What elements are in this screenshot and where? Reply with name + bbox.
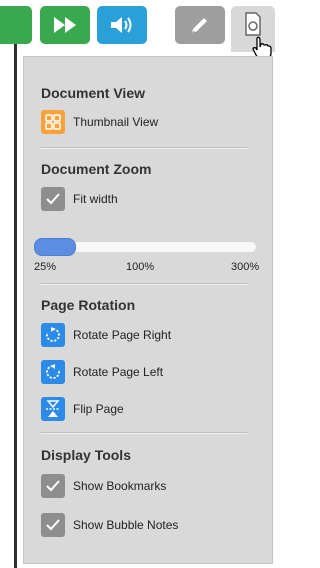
- flip-page-label: Flip Page: [73, 402, 124, 416]
- zoom-min-label: 25%: [34, 261, 57, 273]
- rotate-right-label: Rotate Page Right: [73, 328, 172, 342]
- rotate-left-label: Rotate Page Left: [73, 365, 164, 379]
- show-bookmarks-label: Show Bookmarks: [73, 479, 167, 493]
- check-icon: [46, 480, 60, 492]
- toolbar: [0, 0, 278, 59]
- divider: [41, 283, 247, 285]
- annotate-button[interactable]: [175, 6, 225, 44]
- show-bubble-notes-label: Show Bubble Notes: [73, 518, 179, 532]
- show-bubble-notes-checkbox[interactable]: [41, 513, 65, 537]
- rotate-left-option[interactable]: Rotate Page Left: [41, 358, 163, 386]
- zoom-mid-label: 100%: [126, 261, 155, 273]
- show-bubble-notes-option[interactable]: Show Bubble Notes: [41, 511, 178, 539]
- document-settings-panel: Document View Thumbnail View Document Zo…: [23, 56, 273, 564]
- fast-forward-icon: [54, 17, 76, 33]
- fit-width-label: Fit width: [73, 192, 118, 206]
- pen-icon: [192, 18, 207, 33]
- page-rotation-title: Page Rotation: [41, 297, 136, 313]
- display-tools-title: Display Tools: [41, 447, 131, 463]
- divider: [41, 432, 247, 434]
- thumbnail-grid-icon: [41, 110, 65, 134]
- sound-button[interactable]: [97, 6, 147, 44]
- document-settings-button[interactable]: [231, 6, 275, 59]
- rotate-right-icon: [41, 323, 65, 347]
- divider: [41, 147, 247, 149]
- document-view-title: Document View: [41, 85, 145, 101]
- rotate-left-icon: [41, 360, 65, 384]
- rotate-right-option[interactable]: Rotate Page Right: [41, 321, 171, 349]
- show-bookmarks-option[interactable]: Show Bookmarks: [41, 472, 166, 500]
- show-bookmarks-checkbox[interactable]: [41, 474, 65, 498]
- previous-toolbar-button[interactable]: [0, 6, 32, 44]
- zoom-max-label: 300%: [231, 261, 260, 273]
- page-edge: [14, 44, 17, 568]
- thumbnail-view-option[interactable]: Thumbnail View: [41, 108, 158, 136]
- fast-forward-button[interactable]: [40, 6, 90, 44]
- check-icon: [46, 519, 60, 531]
- flip-icon: [41, 397, 65, 421]
- document-settings-icon: [245, 12, 261, 36]
- thumbnail-view-label: Thumbnail View: [73, 115, 159, 129]
- zoom-slider[interactable]: [34, 238, 256, 256]
- fit-width-checkbox[interactable]: [41, 187, 65, 211]
- flip-page-option[interactable]: Flip Page: [41, 395, 124, 423]
- fit-width-option[interactable]: Fit width: [41, 185, 118, 213]
- sound-icon: [111, 17, 132, 33]
- check-icon: [46, 193, 60, 205]
- document-zoom-title: Document Zoom: [41, 161, 152, 177]
- zoom-slider-thumb[interactable]: [34, 238, 76, 256]
